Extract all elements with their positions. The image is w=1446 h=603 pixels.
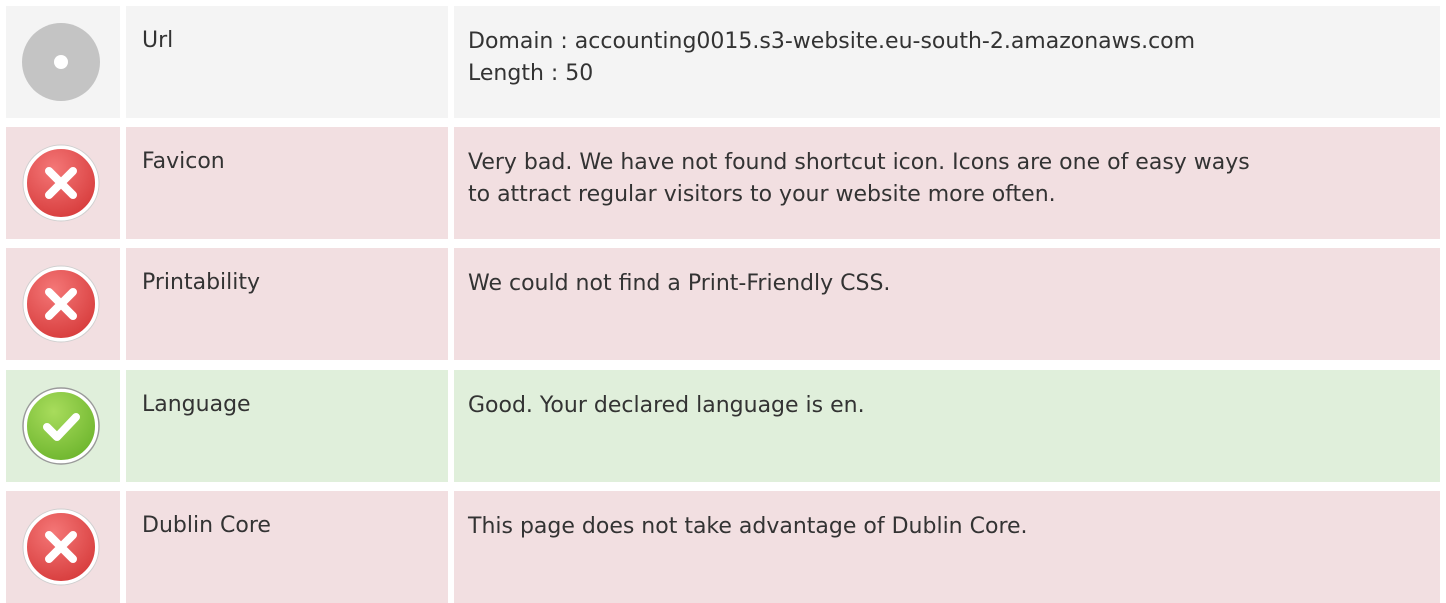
row-label: Favicon xyxy=(126,127,448,239)
row-description: Very bad. We have not found shortcut ico… xyxy=(454,127,1440,239)
description-line: Very bad. We have not found shortcut ico… xyxy=(468,150,1250,175)
description-line: We could not find a Print-Friendly CSS. xyxy=(468,271,891,296)
description-line: to attract regular visitors to your webs… xyxy=(468,182,1056,207)
row-label: Url xyxy=(126,6,448,118)
description-line: Good. Your declared language is en. xyxy=(468,393,865,418)
description-line: Length : 50 xyxy=(468,61,594,86)
row-description: Good. Your declared language is en. xyxy=(454,370,1440,482)
seo-report: Url Domain : accounting0015.s3-website.e… xyxy=(0,0,1446,603)
error-x-icon xyxy=(21,264,101,344)
status-cell xyxy=(6,248,120,360)
report-row-url: Url Domain : accounting0015.s3-website.e… xyxy=(6,6,1440,118)
success-check-icon xyxy=(21,386,101,466)
description-line: Domain : accounting0015.s3-website.eu-so… xyxy=(468,29,1196,54)
error-x-icon xyxy=(21,507,101,587)
description-line: This page does not take advantage of Dub… xyxy=(468,514,1028,539)
report-row-dublin-core: Dublin Core This page does not take adva… xyxy=(6,491,1440,603)
neutral-circle-icon xyxy=(21,22,101,102)
row-description: We could not find a Print-Friendly CSS. xyxy=(454,248,1440,360)
row-description: Domain : accounting0015.s3-website.eu-so… xyxy=(454,6,1440,118)
report-row-favicon: Favicon Very bad. We have not found shor… xyxy=(6,127,1440,239)
status-cell xyxy=(6,491,120,603)
row-label: Printability xyxy=(126,248,448,360)
row-description: This page does not take advantage of Dub… xyxy=(454,491,1440,603)
row-label: Dublin Core xyxy=(126,491,448,603)
report-row-printability: Printability We could not find a Print-F… xyxy=(6,248,1440,360)
error-x-icon xyxy=(21,143,101,223)
row-label: Language xyxy=(126,370,448,482)
status-cell xyxy=(6,127,120,239)
status-cell xyxy=(6,6,120,118)
status-cell xyxy=(6,370,120,482)
report-row-language: Language Good. Your declared language is… xyxy=(6,370,1440,482)
